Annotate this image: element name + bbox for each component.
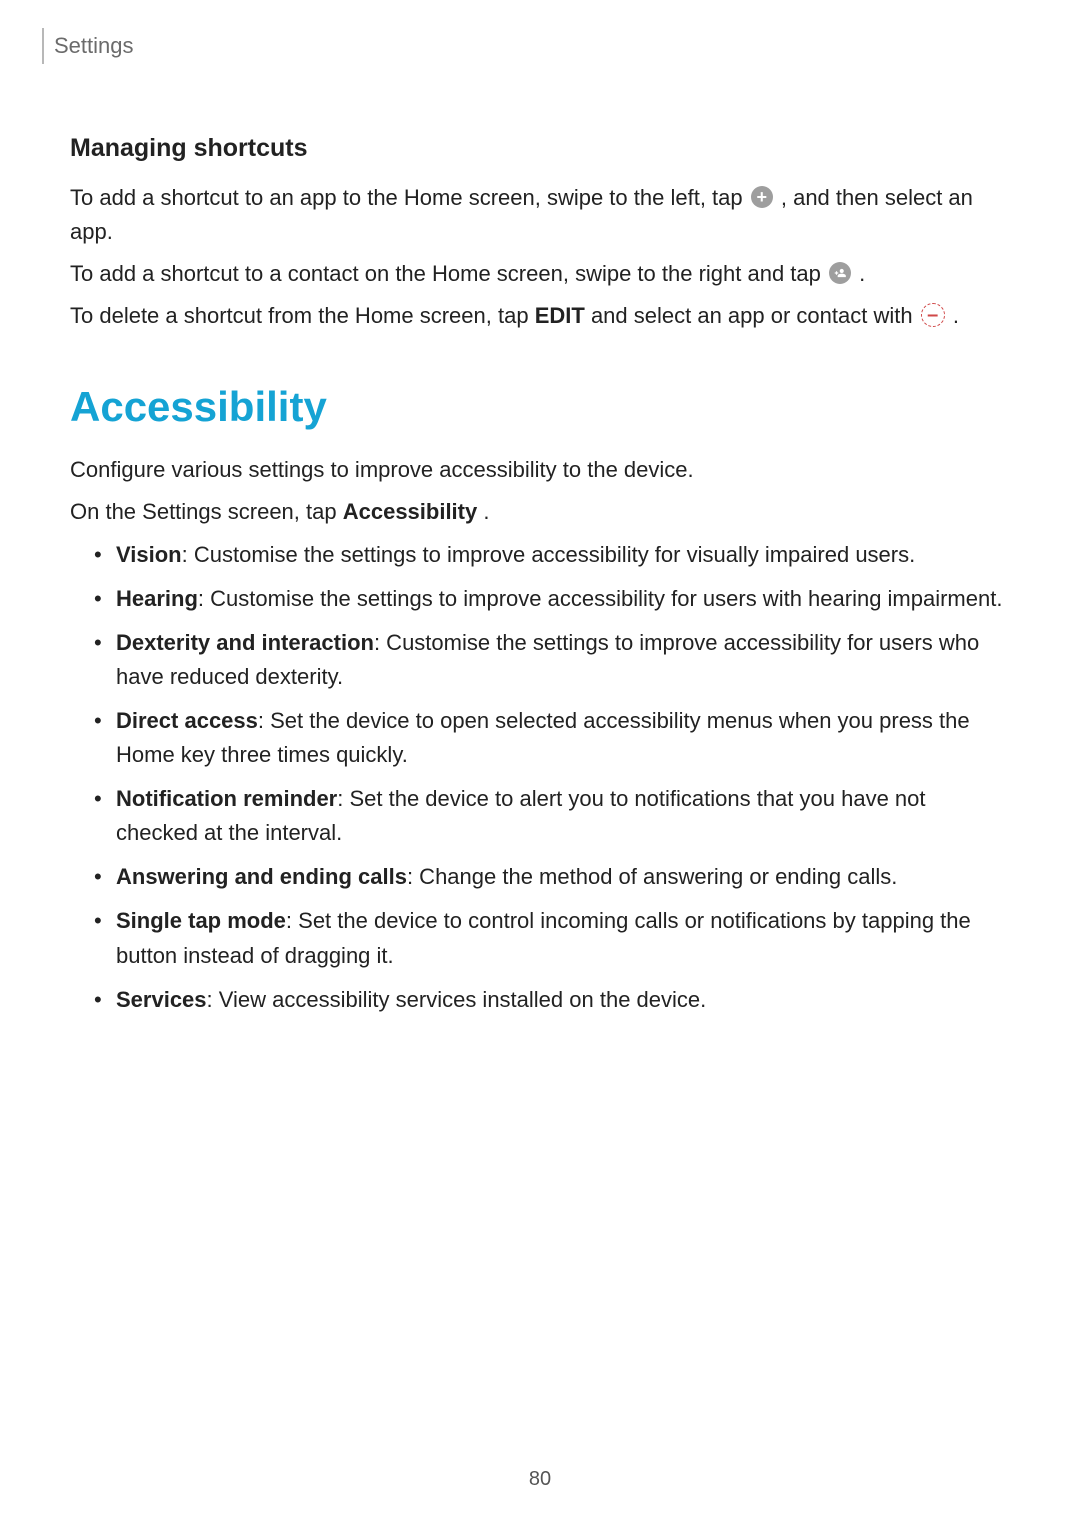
list-item: Single tap mode: Set the device to contr… — [98, 904, 1010, 972]
sub-heading-managing-shortcuts: Managing shortcuts — [70, 134, 1010, 163]
text-segment: To delete a shortcut from the Home scree… — [70, 303, 535, 328]
text-segment: and select an app or contact with — [591, 303, 919, 328]
bullet-text: : Change the method of answering or endi… — [407, 864, 897, 889]
nav-para: On the Settings screen, tap Accessibilit… — [70, 495, 1010, 529]
bullet-text: : Customise the settings to improve acce… — [182, 542, 916, 567]
para-delete-shortcut: To delete a shortcut from the Home scree… — [70, 299, 1010, 333]
intro-para: Configure various settings to improve ac… — [70, 453, 1010, 487]
text-segment: To add a shortcut to an app to the Home … — [70, 185, 749, 210]
bullet-label: Vision — [116, 542, 182, 567]
plus-icon: + — [751, 186, 773, 208]
header-title: Settings — [54, 33, 134, 59]
bullet-label: Single tap mode — [116, 908, 286, 933]
text-segment: . — [483, 499, 489, 524]
add-contact-icon — [829, 262, 851, 284]
page-number: 80 — [0, 1468, 1080, 1491]
bullet-text: : View accessibility services installed … — [207, 987, 707, 1012]
list-item: Answering and ending calls: Change the m… — [98, 860, 1010, 894]
edit-label: EDIT — [535, 303, 585, 328]
bullet-label: Direct access — [116, 708, 258, 733]
page-header: Settings — [70, 0, 1010, 72]
text-segment: . — [859, 261, 865, 286]
main-heading-accessibility: Accessibility — [70, 383, 1010, 431]
minus-icon: – — [921, 303, 945, 327]
bullet-list: Vision: Customise the settings to improv… — [70, 538, 1010, 1017]
bullet-label: Answering and ending calls — [116, 864, 407, 889]
text-segment: . — [953, 303, 959, 328]
list-item: Dexterity and interaction: Customise the… — [98, 626, 1010, 694]
bullet-label: Hearing — [116, 586, 198, 611]
para-add-app-shortcut: To add a shortcut to an app to the Home … — [70, 181, 1010, 249]
header-divider — [42, 28, 44, 64]
para-add-contact-shortcut: To add a shortcut to a contact on the Ho… — [70, 257, 1010, 291]
bullet-label: Services — [116, 987, 207, 1012]
text-segment: To add a shortcut to a contact on the Ho… — [70, 261, 827, 286]
text-segment: On the Settings screen, tap — [70, 499, 343, 524]
list-item: Vision: Customise the settings to improv… — [98, 538, 1010, 572]
accessibility-label: Accessibility — [343, 499, 478, 524]
list-item: Services: View accessibility services in… — [98, 983, 1010, 1017]
list-item: Notification reminder: Set the device to… — [98, 782, 1010, 850]
bullet-label: Notification reminder — [116, 786, 337, 811]
bullet-text: : Customise the settings to improve acce… — [198, 586, 1003, 611]
list-item: Hearing: Customise the settings to impro… — [98, 582, 1010, 616]
bullet-label: Dexterity and interaction — [116, 630, 374, 655]
list-item: Direct access: Set the device to open se… — [98, 704, 1010, 772]
page-container: Settings Managing shortcuts To add a sho… — [0, 0, 1080, 1527]
